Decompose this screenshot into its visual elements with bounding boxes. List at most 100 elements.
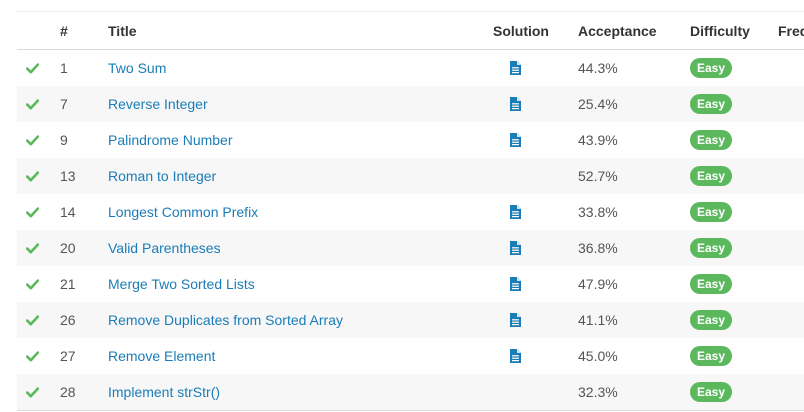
solved-status <box>26 194 39 230</box>
document-icon[interactable] <box>510 241 521 255</box>
problem-title-cell: Roman to Integer <box>108 158 216 194</box>
difficulty-cell: Easy <box>690 302 733 338</box>
problem-title-cell: Longest Common Prefix <box>108 194 258 230</box>
problem-number: 14 <box>60 204 76 220</box>
problem-number: 7 <box>60 96 68 112</box>
check-icon <box>26 242 39 254</box>
acceptance-rate: 52.7% <box>578 168 618 184</box>
document-icon[interactable] <box>510 61 521 75</box>
check-icon <box>26 62 39 74</box>
problem-title-link[interactable]: Valid Parentheses <box>108 240 221 256</box>
difficulty-badge: Easy <box>690 310 733 330</box>
document-icon[interactable] <box>510 133 521 147</box>
document-icon[interactable] <box>510 205 521 219</box>
difficulty-badge: Easy <box>690 130 733 150</box>
table-row: 26 Remove Duplicates from Sorted Array 41.… <box>17 302 804 338</box>
solved-status <box>26 266 39 302</box>
table-row: 9 Palindrome Number 43.9% Easy <box>17 122 804 158</box>
table-row: 1 Two Sum 44.3% Easy <box>17 50 804 86</box>
difficulty-badge: Easy <box>690 166 733 186</box>
check-icon <box>26 350 39 362</box>
difficulty-cell: Easy <box>690 266 733 302</box>
acceptance-rate: 44.3% <box>578 60 618 76</box>
header-frequency[interactable]: Freq <box>778 12 804 49</box>
acceptance-rate: 32.3% <box>578 384 618 400</box>
problem-title-cell: Valid Parentheses <box>108 230 221 266</box>
problem-title-cell: Remove Element <box>108 338 215 374</box>
problem-number: 28 <box>60 384 76 400</box>
problem-title-cell: Two Sum <box>108 50 166 86</box>
difficulty-badge: Easy <box>690 382 733 402</box>
solved-status <box>26 338 39 374</box>
acceptance-rate: 33.8% <box>578 204 618 220</box>
check-icon <box>26 134 39 146</box>
problem-title-cell: Reverse Integer <box>108 86 208 122</box>
table-row: 27 Remove Element 45.0% Easy <box>17 338 804 374</box>
solution-cell <box>493 266 521 302</box>
problem-title-link[interactable]: Reverse Integer <box>108 96 208 112</box>
difficulty-cell: Easy <box>690 122 733 158</box>
problem-title-cell: Remove Duplicates from Sorted Array <box>108 302 343 338</box>
table-row: 20 Valid Parentheses 36.8% Easy <box>17 230 804 266</box>
solved-status <box>26 122 39 158</box>
table-row: 7 Reverse Integer 25.4% Easy <box>17 86 804 122</box>
check-icon <box>26 314 39 326</box>
solved-status <box>26 374 39 410</box>
check-icon <box>26 98 39 110</box>
problem-title-link[interactable]: Implement strStr() <box>108 384 220 400</box>
header-difficulty[interactable]: Difficulty <box>690 12 750 49</box>
solved-status <box>26 86 39 122</box>
problem-number: 13 <box>60 168 76 184</box>
difficulty-cell: Easy <box>690 50 733 86</box>
check-icon <box>26 386 39 398</box>
difficulty-badge: Easy <box>690 238 733 258</box>
difficulty-badge: Easy <box>690 202 733 222</box>
problem-number: 26 <box>60 312 76 328</box>
problem-number: 9 <box>60 132 68 148</box>
solution-cell <box>493 194 521 230</box>
problem-number: 21 <box>60 276 76 292</box>
problem-title-cell: Implement strStr() <box>108 374 220 410</box>
table-row: 14 Longest Common Prefix 33.8% Easy <box>17 194 804 230</box>
acceptance-rate: 25.4% <box>578 96 618 112</box>
problem-title-link[interactable]: Remove Duplicates from Sorted Array <box>108 312 343 328</box>
solution-cell <box>493 50 521 86</box>
difficulty-badge: Easy <box>690 274 733 294</box>
difficulty-cell: Easy <box>690 158 733 194</box>
problem-title-link[interactable]: Palindrome Number <box>108 132 233 148</box>
problem-title-link[interactable]: Two Sum <box>108 60 166 76</box>
problem-title-link[interactable]: Remove Element <box>108 348 215 364</box>
table-row: 21 Merge Two Sorted Lists 47.9% Easy <box>17 266 804 302</box>
check-icon <box>26 278 39 290</box>
solved-status <box>26 302 39 338</box>
problem-number: 27 <box>60 348 76 364</box>
problem-title-link[interactable]: Longest Common Prefix <box>108 204 258 220</box>
problem-title-link[interactable]: Roman to Integer <box>108 168 216 184</box>
solution-cell <box>493 230 521 266</box>
header-number[interactable]: # <box>60 12 68 49</box>
solution-cell <box>493 86 521 122</box>
table-row: 13 Roman to Integer 52.7% Easy <box>17 158 804 194</box>
solution-cell <box>493 122 521 158</box>
table-header: # Title Solution Acceptance Difficulty F… <box>17 11 804 50</box>
difficulty-cell: Easy <box>690 374 733 410</box>
header-acceptance[interactable]: Acceptance <box>578 12 657 49</box>
problem-title-link[interactable]: Merge Two Sorted Lists <box>108 276 255 292</box>
acceptance-rate: 41.1% <box>578 312 618 328</box>
document-icon[interactable] <box>510 313 521 327</box>
document-icon[interactable] <box>510 97 521 111</box>
problem-title-cell: Palindrome Number <box>108 122 233 158</box>
header-solution[interactable]: Solution <box>493 12 549 49</box>
problem-number: 1 <box>60 60 68 76</box>
check-icon <box>26 206 39 218</box>
solution-cell <box>493 302 521 338</box>
document-icon[interactable] <box>510 277 521 291</box>
difficulty-cell: Easy <box>690 194 733 230</box>
difficulty-cell: Easy <box>690 338 733 374</box>
document-icon[interactable] <box>510 349 521 363</box>
problem-title-cell: Merge Two Sorted Lists <box>108 266 255 302</box>
difficulty-badge: Easy <box>690 58 733 78</box>
difficulty-badge: Easy <box>690 346 733 366</box>
header-title[interactable]: Title <box>108 12 137 49</box>
acceptance-rate: 36.8% <box>578 240 618 256</box>
